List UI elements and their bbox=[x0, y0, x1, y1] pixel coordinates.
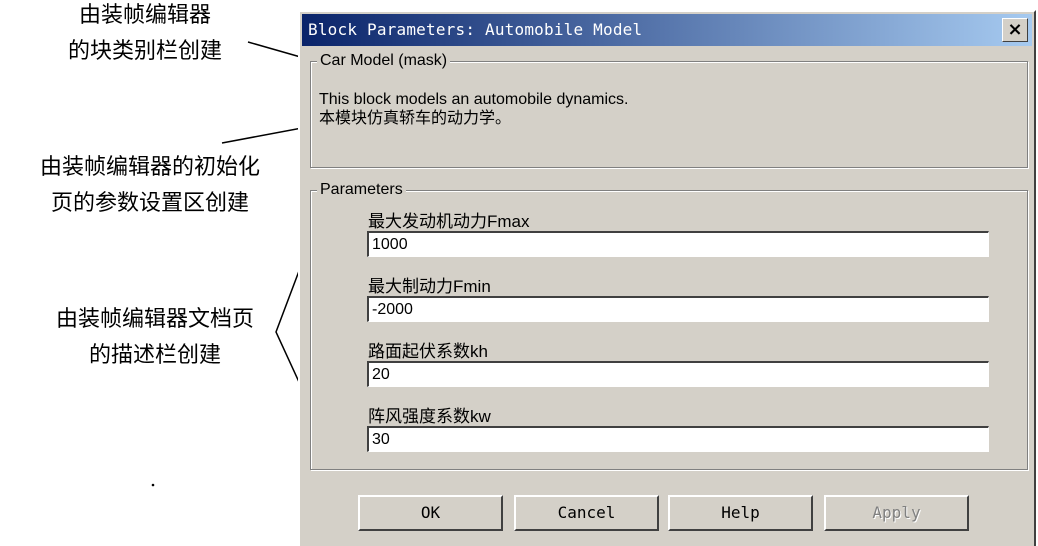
param-label-fmin: 最大制动力Fmin bbox=[368, 277, 491, 296]
annotation-category: 由装帧编辑器 的块类别栏创建 bbox=[30, 0, 260, 70]
description-line-en: This block models an automobile dynamics… bbox=[319, 91, 629, 108]
description-line-zh: 本模块仿真轿车的动力学。 bbox=[319, 110, 512, 127]
ok-button[interactable]: OK bbox=[358, 495, 503, 531]
cancel-button[interactable]: Cancel bbox=[514, 495, 659, 531]
annotation-line: 页的参数设置区创建 bbox=[50, 191, 249, 216]
parameters-group: Parameters 最大发动机动力Fmax 1000 最大制动力Fmin -2… bbox=[310, 180, 1028, 470]
block-parameters-dialog: Block Parameters: Automobile Model × Car… bbox=[298, 10, 1036, 546]
annotation-init: 由装帧编辑器的初始化 页的参数设置区创建 bbox=[0, 150, 300, 222]
param-input-kw[interactable]: 30 bbox=[367, 426, 989, 452]
mask-group-title: Car Model (mask) bbox=[317, 51, 451, 71]
param-label-kh: 路面起伏系数kh bbox=[368, 342, 488, 361]
param-label-fmax: 最大发动机动力Fmax bbox=[368, 212, 530, 231]
annotation-line: 的块类别栏创建 bbox=[67, 39, 222, 64]
apply-button[interactable]: Apply bbox=[824, 495, 969, 531]
annotation-line: 的描述栏创建 bbox=[88, 343, 221, 368]
dialog-title: Block Parameters: Automobile Model bbox=[308, 20, 643, 39]
close-button[interactable]: × bbox=[1002, 18, 1028, 42]
mask-group: Car Model (mask) This block models an au… bbox=[310, 51, 1028, 168]
param-input-kh[interactable]: 20 bbox=[367, 361, 989, 387]
help-button[interactable]: Help bbox=[668, 495, 813, 531]
param-input-fmin[interactable]: -2000 bbox=[367, 296, 989, 322]
param-input-fmax[interactable]: 1000 bbox=[367, 231, 989, 257]
mask-description: This block models an automobile dynamics… bbox=[319, 90, 628, 128]
annotation-doc: 由装帧编辑器文档页 的描述栏创建 bbox=[10, 302, 300, 374]
stray-dot bbox=[151, 483, 155, 487]
annotation-line: 由装帧编辑器 bbox=[78, 3, 211, 28]
annotation-line: 由装帧编辑器的初始化 bbox=[39, 155, 260, 180]
title-bar[interactable]: Block Parameters: Automobile Model × bbox=[302, 14, 1032, 46]
param-label-kw: 阵风强度系数kw bbox=[368, 407, 491, 426]
close-icon: × bbox=[1007, 19, 1023, 40]
parameters-group-title: Parameters bbox=[317, 180, 406, 200]
annotation-line: 由装帧编辑器文档页 bbox=[55, 307, 254, 332]
